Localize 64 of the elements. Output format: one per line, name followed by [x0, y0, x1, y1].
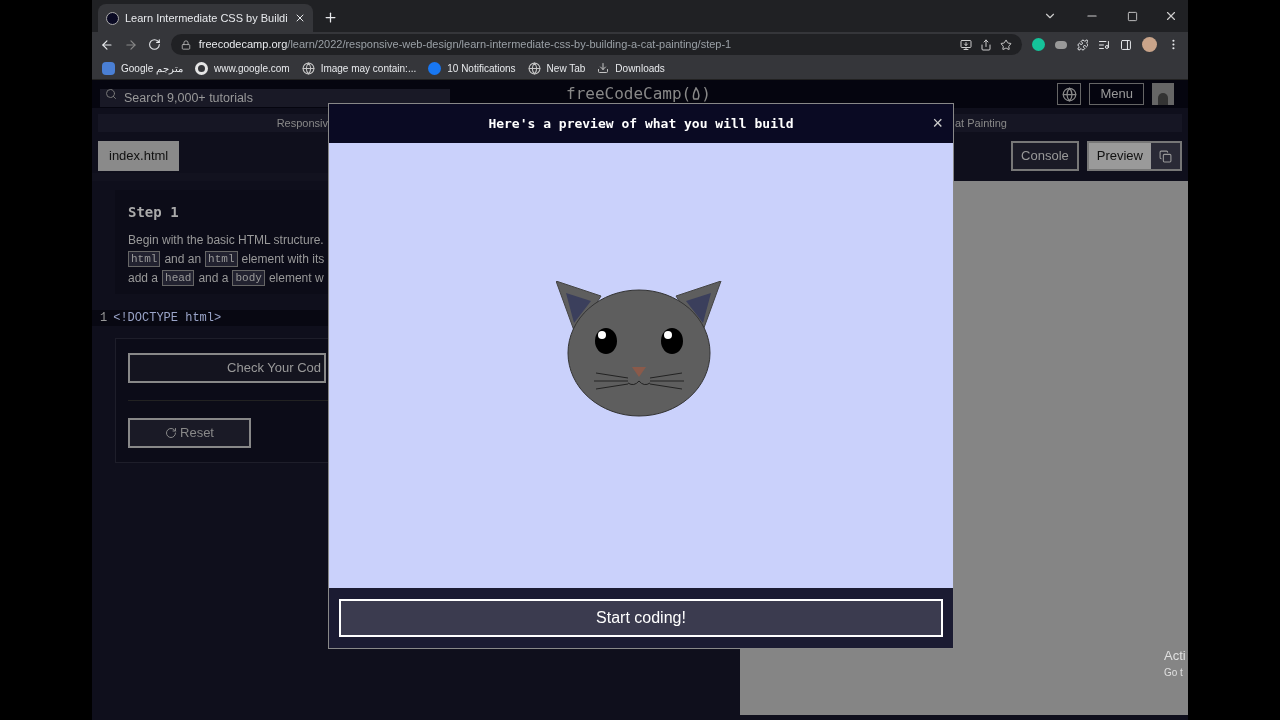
site-logo[interactable]: ): [701, 82, 711, 106]
step-title: Step 1: [128, 203, 180, 222]
download-icon: [597, 62, 610, 74]
activation-notice: Acti: [1164, 646, 1187, 665]
extensions-icon[interactable]: [1076, 38, 1089, 51]
globe-icon: [1061, 86, 1077, 102]
bookmark[interactable]: www.google.com: [195, 60, 290, 76]
instruction-text: add a: [128, 270, 159, 287]
start-coding-button[interactable]: Start coding!: [339, 599, 943, 637]
instruction-text: and a: [198, 270, 229, 287]
globe-icon: [527, 61, 541, 75]
tab-title: Learn Intermediate CSS by Buildi: [125, 10, 288, 26]
flame-icon: [691, 87, 702, 101]
reload-icon[interactable]: [147, 38, 161, 51]
favicon-icon: [106, 11, 119, 25]
side-panel-icon[interactable]: [1120, 38, 1133, 51]
extension-icon[interactable]: [1054, 40, 1067, 49]
bookmark[interactable]: New Tab: [527, 60, 586, 76]
pane-toggle-button[interactable]: Preview: [1086, 141, 1182, 171]
instruction-text: element w: [268, 270, 324, 287]
share-icon[interactable]: [979, 38, 992, 51]
inline-code: html: [205, 251, 238, 267]
star-icon[interactable]: [999, 38, 1012, 51]
reset-icon: [165, 427, 177, 439]
language-button[interactable]: [1057, 83, 1082, 105]
close-button[interactable]: ×: [932, 113, 943, 133]
activation-notice: Go t: [1164, 666, 1184, 680]
instruction-text: Begin with the basic HTML structure.: [128, 232, 324, 249]
inline-code: body: [232, 270, 265, 286]
new-tab-icon[interactable]: [323, 10, 338, 25]
inline-code: html: [128, 251, 161, 267]
forward-icon[interactable]: [123, 37, 138, 52]
profile-avatar[interactable]: [1142, 37, 1158, 52]
close-icon[interactable]: [1164, 9, 1178, 23]
bookmark[interactable]: 10 Notifications: [428, 60, 516, 76]
back-icon[interactable]: [100, 37, 114, 52]
breadcrumb-text[interactable]: at Painting: [955, 114, 1007, 132]
instruction-text: element with its: [241, 251, 325, 268]
bookmark[interactable]: Google مترجم: [102, 60, 184, 76]
inline-code: head: [162, 270, 195, 286]
search-icon: [105, 88, 117, 100]
reset-button[interactable]: Reset: [128, 418, 251, 448]
url-text: freecodecamp.org/learn/2022/responsive-web-design/learn-intermediate-css-by-building-a-cat-painting/step-1: [198, 37, 732, 53]
browser-tab[interactable]: Learn Intermediate CSS by Buildi: [98, 4, 313, 32]
pane-toggle-button[interactable]: Console: [1011, 141, 1079, 171]
install-icon[interactable]: [959, 38, 972, 51]
dialog-title: Here's a preview of what you will build: [488, 114, 794, 133]
search-field[interactable]: Search 9,000+ tutorials: [100, 89, 450, 108]
lock-icon: [180, 39, 191, 50]
breadcrumb-text[interactable]: Responsiv: [276, 114, 328, 132]
globe-icon: [301, 61, 315, 75]
site-logo[interactable]: freeCodeCamp(: [566, 82, 692, 106]
bookmark[interactable]: Downloads: [597, 60, 665, 76]
maximize-icon[interactable]: [1127, 10, 1138, 22]
window-icon: [1159, 149, 1172, 163]
menu-button[interactable]: Menu: [1089, 83, 1144, 105]
media-icon[interactable]: [1098, 38, 1111, 51]
code-line: <!DOCTYPE html>: [113, 310, 222, 327]
address-bar[interactable]: freecodecamp.org/learn/2022/responsive-web-design/learn-intermediate-css-by-building-a-cat-painting/step-1: [170, 34, 1022, 55]
bookmark[interactable]: Image may contain:...: [301, 60, 417, 76]
line-number: 1: [100, 310, 108, 327]
check-code-button[interactable]: Check Your Cod: [128, 353, 326, 383]
file-tab[interactable]: index.html: [98, 141, 180, 171]
instruction-text: and an: [164, 251, 202, 268]
